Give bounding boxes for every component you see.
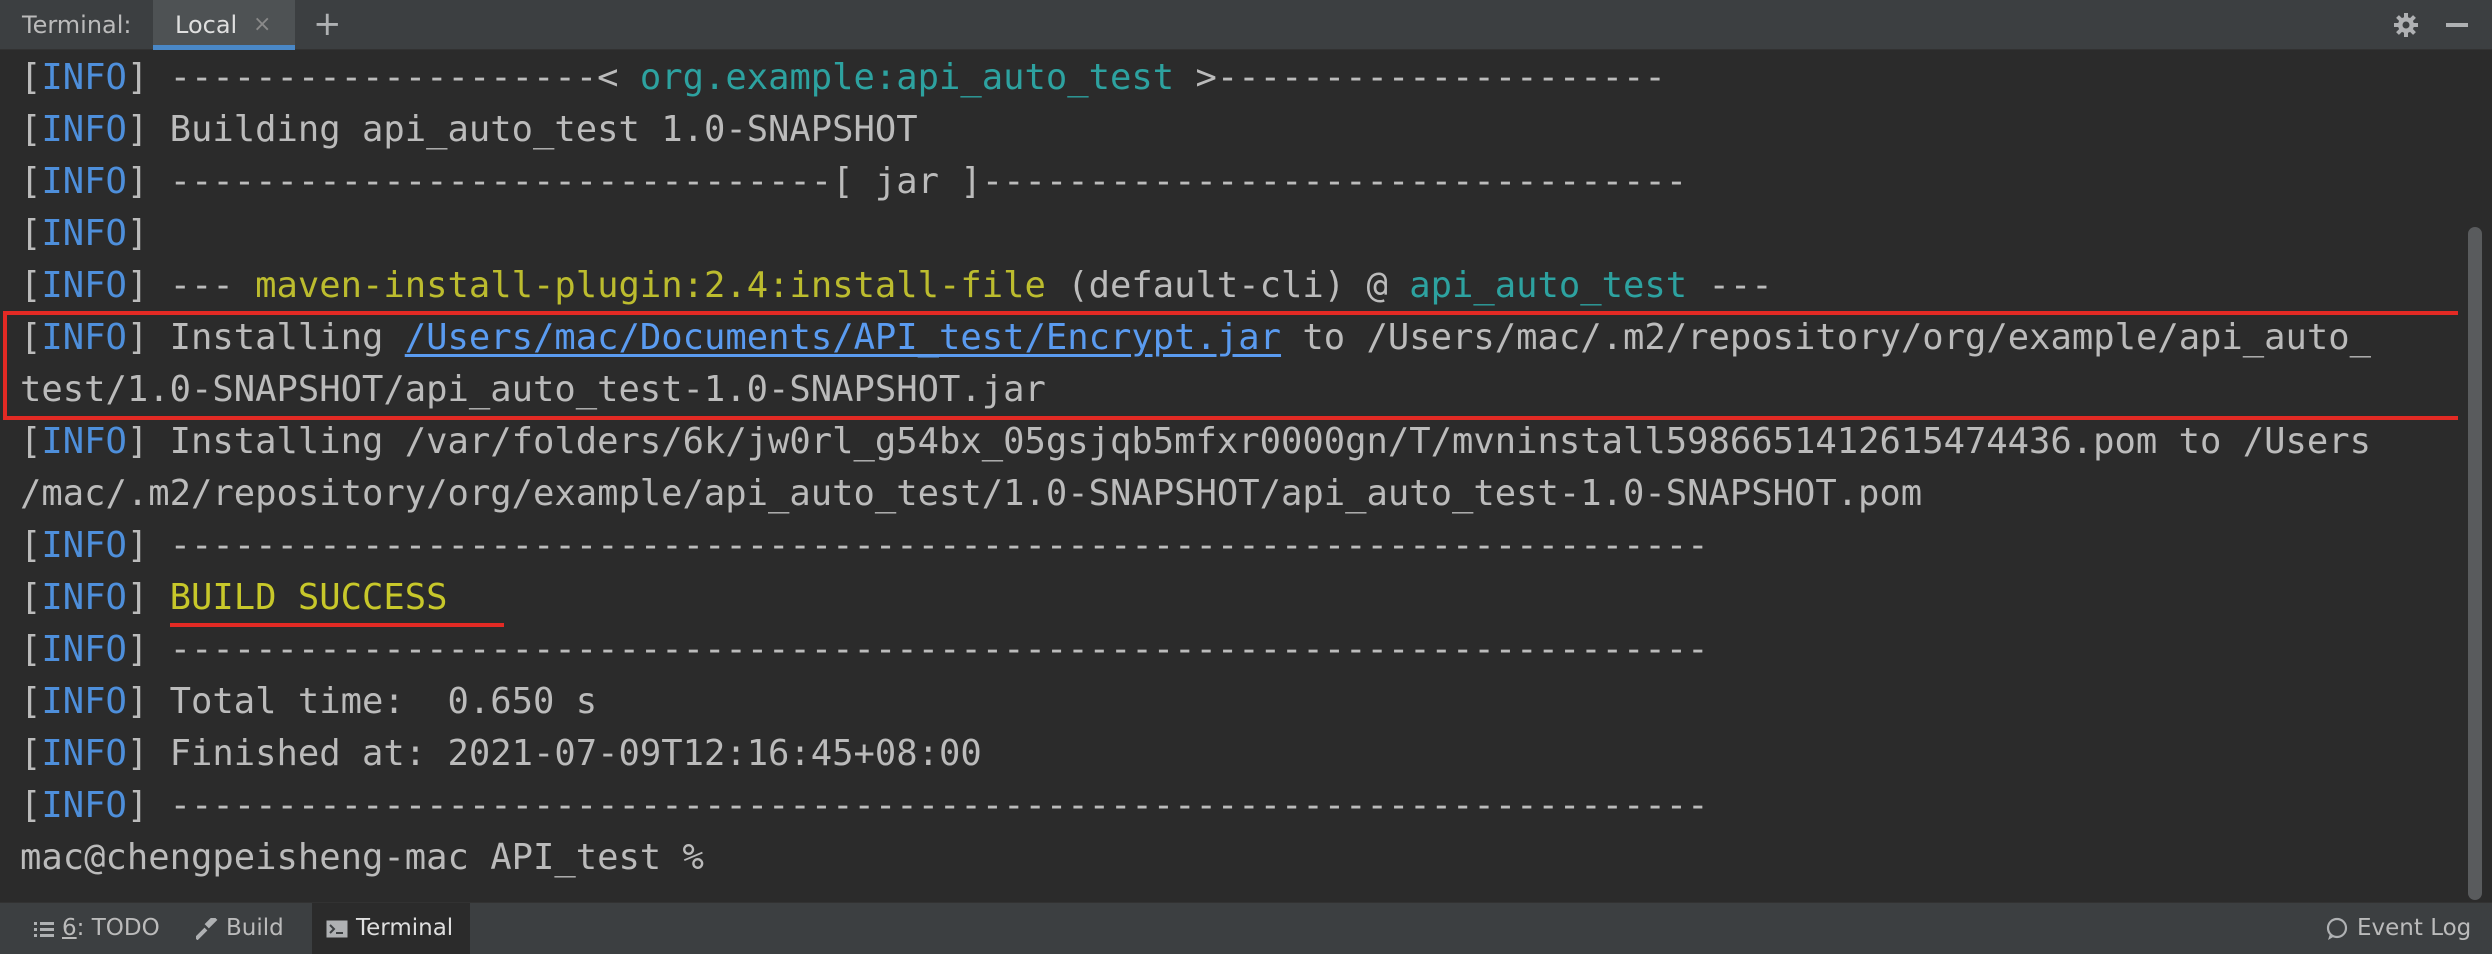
list-icon (34, 921, 54, 937)
tool-window-title: Terminal: (22, 11, 132, 39)
terminal-icon (326, 920, 348, 937)
vertical-scrollbar[interactable] (2458, 50, 2492, 902)
todo-tool-button[interactable]: 6: TODO (34, 903, 160, 954)
artifact-id: org.example:api_auto_test (639, 57, 1175, 98)
terminal-line: [INFO] Total time: 0.650 s (20, 681, 598, 722)
terminal-line: [INFO] ---------------------------------… (20, 785, 1709, 826)
shell-prompt[interactable]: mac@chengpeisheng-mac API_test % (20, 832, 725, 884)
project-name: api_auto_test (1409, 265, 1688, 306)
tab-label: Local (175, 11, 238, 39)
terminal-line: [INFO] ---------------------------------… (20, 525, 1709, 566)
terminal-line: [INFO] (20, 213, 149, 254)
minimize-icon[interactable] (2446, 23, 2468, 27)
terminal-line: [INFO] --- maven-install-plugin:2.4:inst… (20, 265, 1773, 306)
gear-icon[interactable] (2393, 12, 2419, 38)
new-tab-button[interactable]: + (313, 0, 342, 48)
terminal-line: [INFO] ---------------------------------… (20, 629, 1709, 670)
highlight-box (3, 311, 2458, 420)
terminal-line: [INFO] -------------------------------[ … (20, 161, 1688, 202)
plugin-goal: maven-install-plugin:2.4:install-file (255, 265, 1046, 306)
tab-local[interactable]: Local × (153, 0, 295, 50)
terminal-line: /mac/.m2/repository/org/example/api_auto… (20, 473, 1923, 514)
terminal-line: [INFO] Finished at: 2021-07-09T12:16:45+… (20, 733, 982, 774)
highlight-underline (170, 623, 504, 627)
hammer-icon (196, 917, 218, 940)
close-tab-icon[interactable]: × (253, 0, 271, 48)
scrollbar-thumb[interactable] (2468, 227, 2482, 900)
terminal-line: [INFO] Building api_auto_test 1.0-SNAPSH… (20, 109, 918, 150)
terminal-line: [INFO] --------------------< org.example… (20, 57, 1666, 98)
terminal-output[interactable]: [INFO] --------------------< org.example… (0, 50, 2458, 902)
terminal-tool-button[interactable]: Terminal (312, 903, 470, 954)
terminal-line: [INFO] Installing /var/folders/6k/jw0rl_… (20, 421, 2372, 462)
terminal-tab-bar: Terminal: Local × + (0, 0, 2492, 50)
build-status: BUILD SUCCESS (169, 577, 448, 618)
event-log-button[interactable]: Event Log (2325, 903, 2471, 954)
terminal-line: [INFO] BUILD SUCCESS (20, 577, 448, 618)
tool-window-bar: 6: TODO Build Terminal Event Log (0, 902, 2492, 954)
speech-bubble-icon (2326, 917, 2348, 940)
build-tool-button[interactable]: Build (196, 903, 284, 954)
